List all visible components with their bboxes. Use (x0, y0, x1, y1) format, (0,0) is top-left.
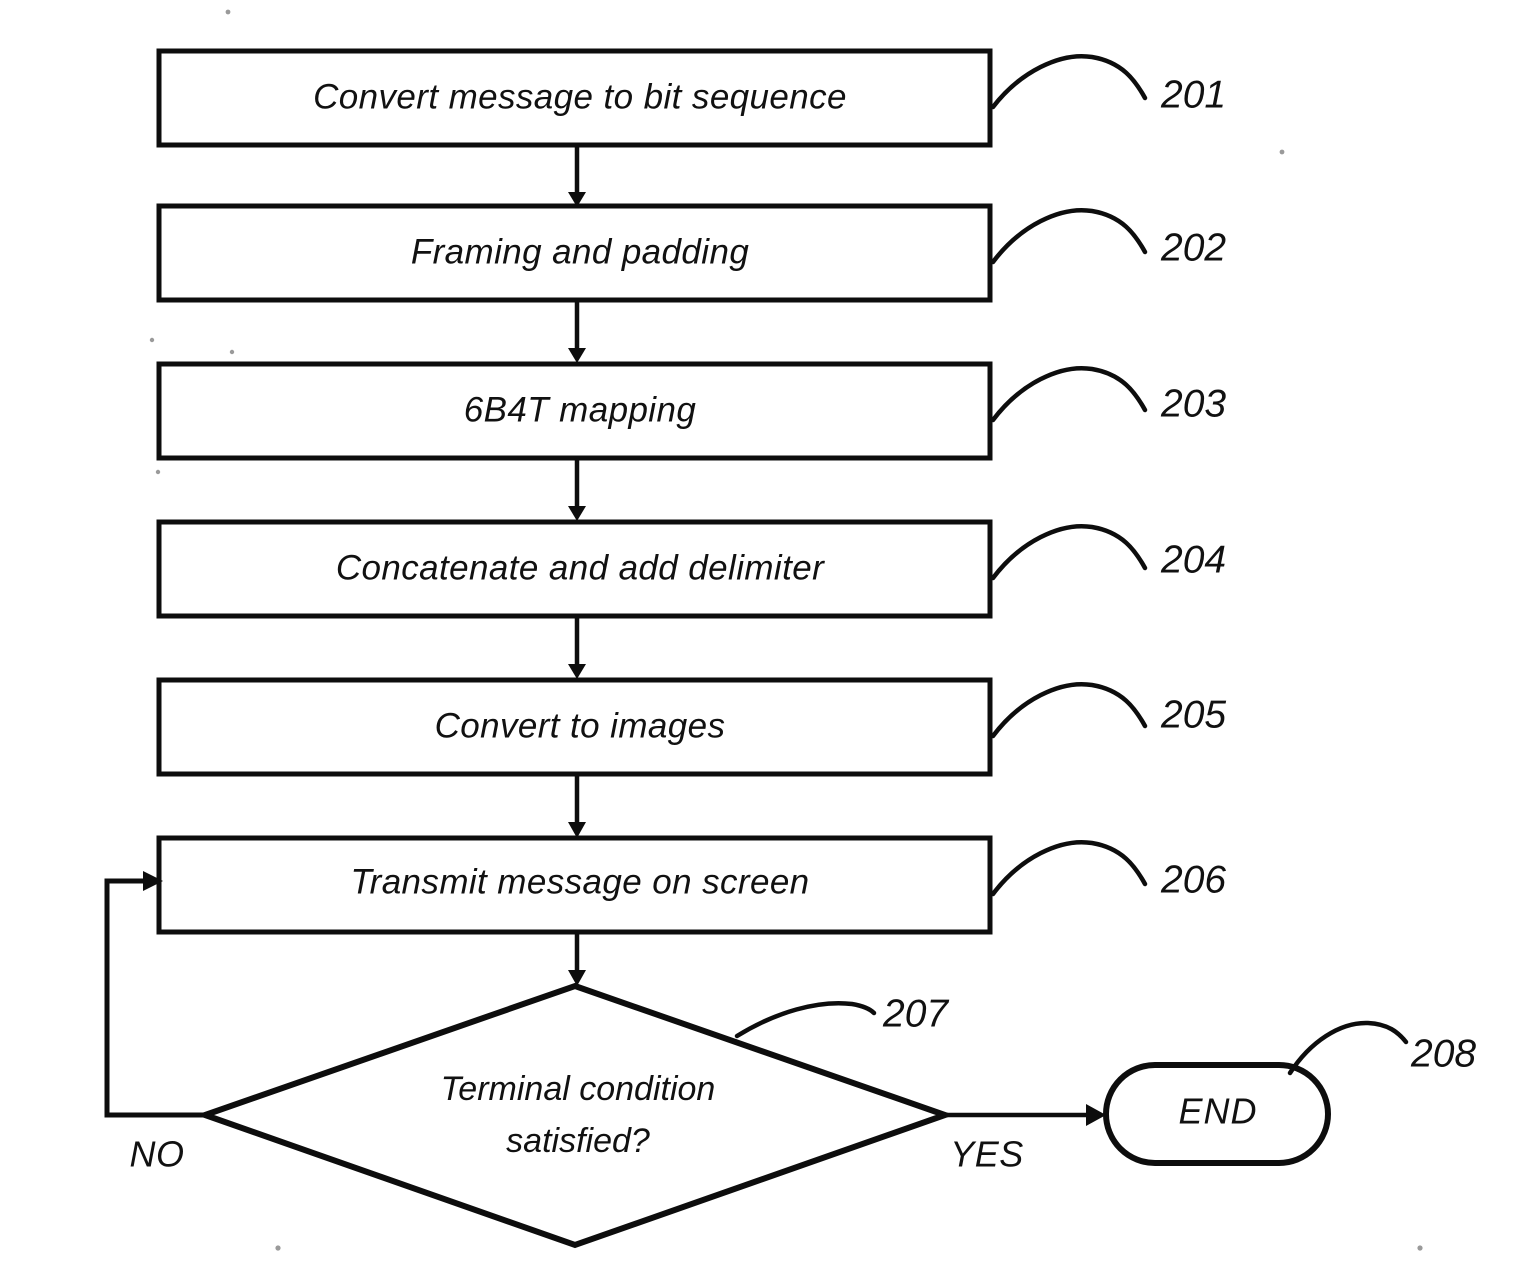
scan-speck (275, 1245, 281, 1251)
reference-number-203: 203 (1160, 382, 1226, 425)
arrowhead-202-203 (568, 348, 586, 363)
leader-line-208 (1287, 1020, 1409, 1076)
process-box-204-label: Concatenate and add delimiter (336, 548, 825, 587)
decision-label-line2: satisfied? (506, 1122, 650, 1160)
process-box-202-label: Framing and padding (411, 232, 750, 271)
arrowhead-yes-end (1086, 1104, 1106, 1126)
arrowhead-203-204 (568, 506, 586, 521)
scan-speck (1279, 149, 1285, 155)
reference-number-204: 204 (1160, 538, 1226, 581)
leader-line-205 (990, 682, 1148, 739)
scan-speck (149, 337, 155, 343)
process-box-201-label: Convert message to bit sequence (313, 77, 847, 116)
reference-number-206: 206 (1160, 858, 1226, 901)
flowchart-diagram: Convert message to bit sequence 201 Fram… (104, 9, 1476, 1251)
leader-line-204 (990, 524, 1148, 581)
scan-speck (155, 469, 161, 475)
process-box-206-label: Transmit message on screen (350, 862, 809, 901)
leader-line-203 (990, 366, 1148, 423)
scan-speck (225, 9, 231, 15)
arrowhead-204-205 (568, 664, 586, 679)
branch-label-no: NO (130, 1134, 185, 1175)
leader-line-201 (990, 54, 1148, 110)
scan-speck (1417, 1245, 1423, 1251)
reference-number-207: 207 (882, 992, 949, 1035)
leader-line-202 (990, 208, 1148, 265)
process-box-205-label: Convert to images (435, 706, 726, 745)
scan-speck (229, 349, 235, 355)
reference-number-202: 202 (1160, 226, 1226, 269)
decision-label-line1: Terminal condition (441, 1070, 716, 1108)
figure-canvas: Convert message to bit sequence 201 Fram… (0, 0, 1525, 1273)
reference-number-208: 208 (1410, 1032, 1476, 1075)
terminal-node-end-label: END (1178, 1091, 1257, 1132)
leader-line-207 (734, 1001, 877, 1039)
process-box-203-label: 6B4T mapping (464, 390, 697, 429)
reference-number-205: 205 (1160, 693, 1226, 736)
branch-label-yes: YES (950, 1134, 1024, 1175)
leader-line-206 (990, 840, 1148, 897)
decision-diamond-207[interactable] (195, 982, 955, 1249)
reference-number-201: 201 (1160, 73, 1226, 116)
